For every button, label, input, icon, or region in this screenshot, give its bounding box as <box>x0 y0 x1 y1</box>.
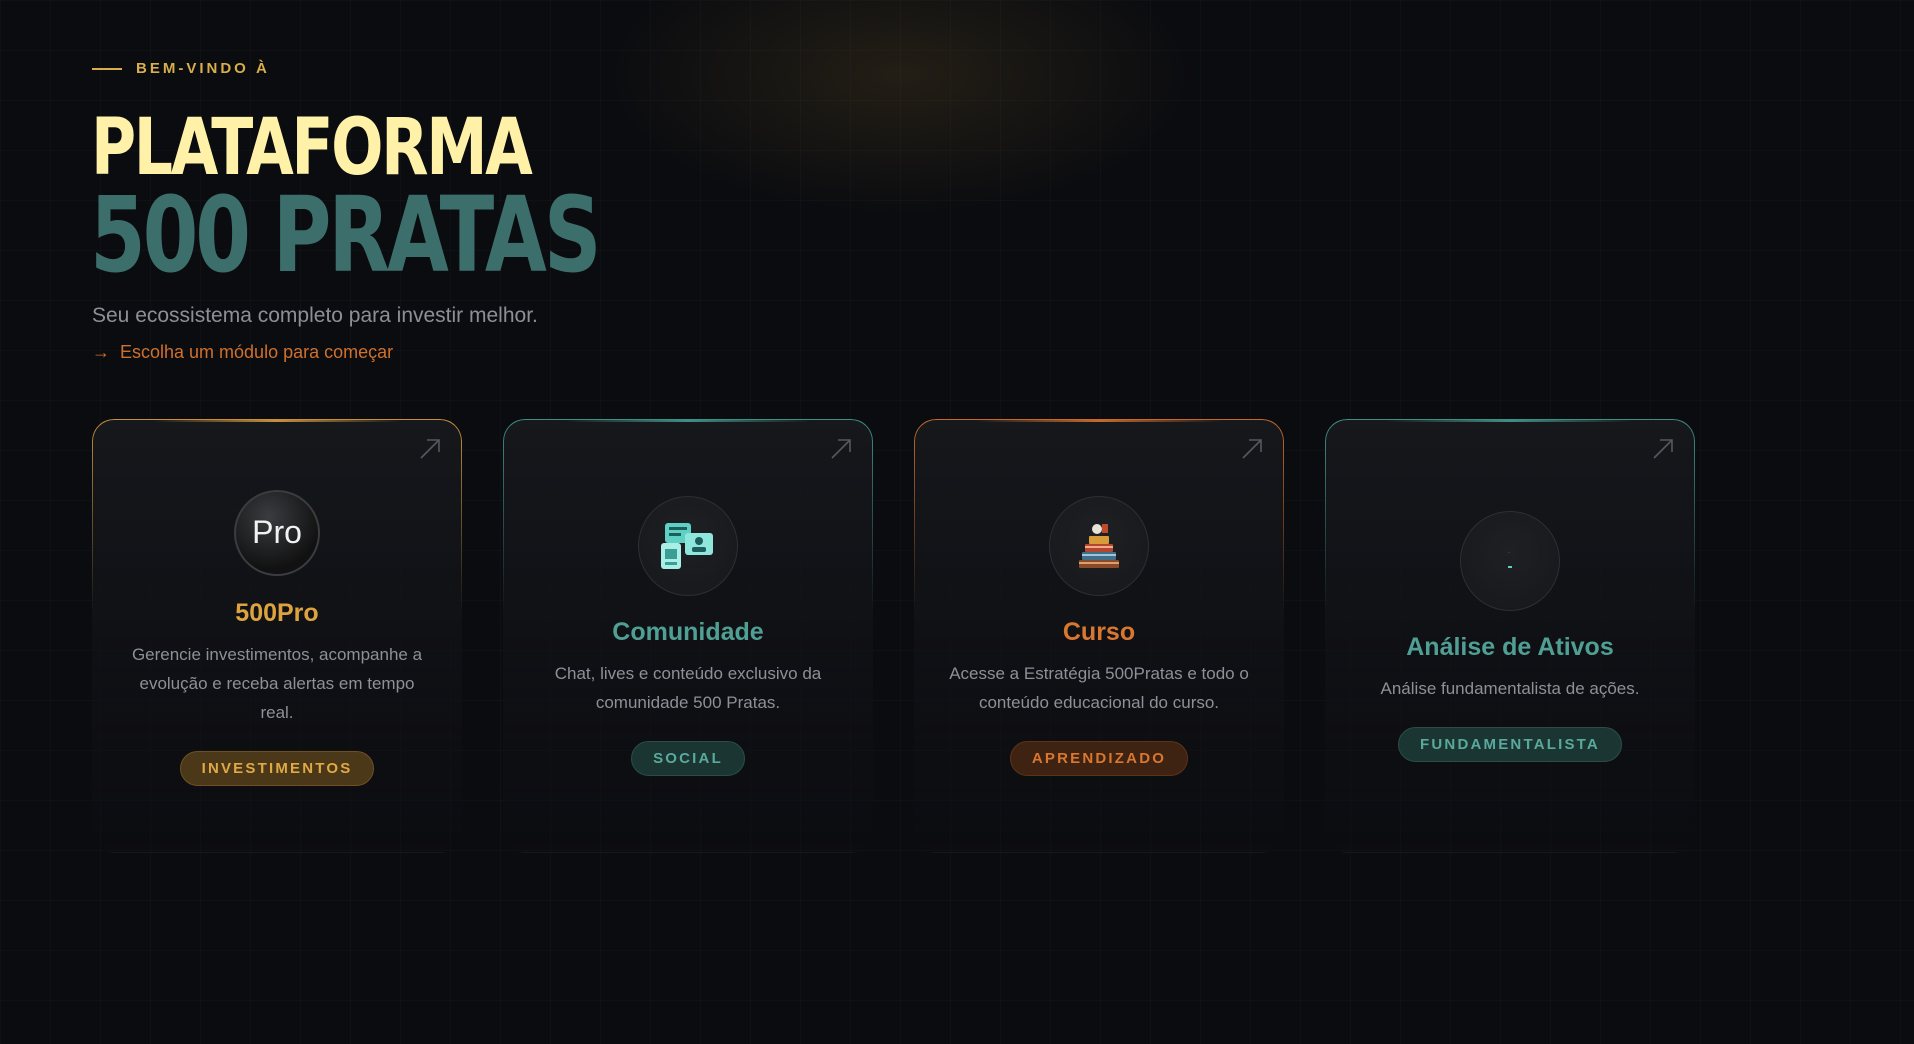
arrow-up-right-icon <box>1242 439 1262 459</box>
arrow-up-right-icon <box>420 439 440 459</box>
card-title: 500Pro <box>235 598 319 627</box>
arrow-up-right-icon <box>1653 439 1673 459</box>
category-badge: FUNDAMENTALISTA <box>1398 726 1622 762</box>
welcome-eyebrow: BEM-VINDO À <box>92 60 270 77</box>
eyebrow-text: BEM-VINDO À <box>136 60 270 77</box>
module-cards: Pro 500Pro Gerencie investimentos, acomp… <box>92 419 1695 853</box>
card-description: Análise fundamentalista de ações. <box>1380 678 1640 698</box>
choose-module-hint: → Escolha um módulo para começar <box>92 342 393 363</box>
module-card-curso[interactable]: Curso Acesse a Estratégia 500Pratas e to… <box>914 419 1284 853</box>
module-card-500pro[interactable]: Pro 500Pro Gerencie investimentos, acomp… <box>92 419 462 853</box>
pro-logo-icon: Pro <box>231 487 323 579</box>
choose-module-text: Escolha um módulo para começar <box>120 342 394 362</box>
card-description: Chat, lives e conteúdo exclusivo da comu… <box>554 664 822 712</box>
arrow-right-icon: → <box>92 342 110 362</box>
home-page: BEM-VINDO À PLATAFORMA 500 PRATAS Seu ec… <box>0 0 1914 1044</box>
eyebrow-line <box>92 67 122 70</box>
card-title: Análise de Ativos <box>1406 632 1614 661</box>
pro-logo: Pro <box>234 489 320 576</box>
analysis-icon <box>1460 510 1560 611</box>
brand-title: 500 PRATAS <box>90 174 601 296</box>
card-title: Comunidade <box>612 618 764 646</box>
community-chat-icon <box>638 496 738 596</box>
category-badge: INVESTIMENTOS <box>179 750 375 786</box>
category-badge: APRENDIZADO <box>1009 741 1189 776</box>
category-badge: SOCIAL <box>631 741 745 776</box>
card-description: Acesse a Estratégia 500Pratas e todo o c… <box>949 664 1249 712</box>
card-title: Curso <box>1062 618 1136 646</box>
hero-subtitle: Seu ecossistema completo para investir m… <box>92 304 538 327</box>
books-course-icon <box>1049 496 1149 596</box>
card-description: Gerencie investimentos, acompanhe a evol… <box>131 644 423 722</box>
module-card-analise-de-ativos[interactable]: Análise de Ativos Análise fundamentalist… <box>1325 419 1695 853</box>
module-card-comunidade[interactable]: Comunidade Chat, lives e conteúdo exclus… <box>503 419 873 853</box>
arrow-up-right-icon <box>831 439 851 459</box>
